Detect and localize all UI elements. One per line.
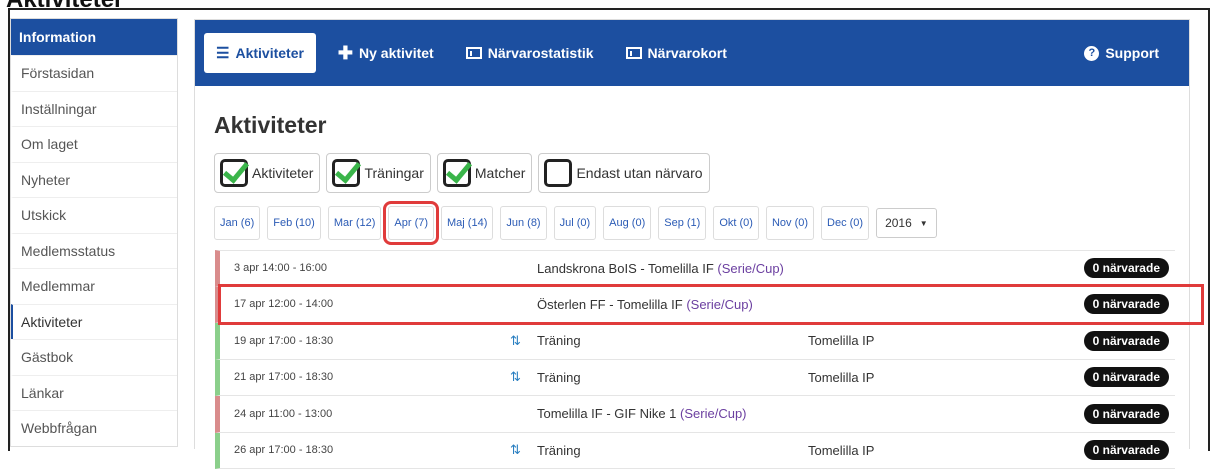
year-select[interactable]: 2016 ▼ [876, 208, 937, 238]
activity-time: 26 apr 17:00 - 18:30 [234, 444, 333, 456]
sidebar-item-om-laget[interactable]: Om laget [11, 126, 177, 162]
filter-matcher-label: Matcher [475, 165, 526, 181]
activity-tag[interactable]: (Serie/Cup) [686, 297, 752, 312]
activity-title-text: Tomelilla IF - GIF Nike 1 [537, 406, 676, 421]
tab-month-mar[interactable]: Mar (12) [328, 206, 382, 240]
activity-place: Tomelilla IP [808, 370, 874, 385]
training-icon: ⇅ [510, 333, 521, 349]
tab-month-maj[interactable]: Maj (14) [441, 206, 493, 240]
status-badge: 0 närvarade [1084, 367, 1169, 387]
sidebar-item-webbfragan[interactable]: Webbfrågan [11, 410, 177, 446]
checkbox-checked-icon [220, 159, 248, 187]
nav-aktiviteter-button[interactable]: ☰ Aktiviteter [204, 33, 316, 73]
activity-time: 3 apr 14:00 - 16:00 [234, 262, 327, 274]
activity-title[interactable]: Träning [537, 443, 581, 458]
activity-title-text: Österlen FF - Tomelilla IF [537, 297, 683, 312]
filter-aktiviteter-toggle[interactable]: Aktiviteter [214, 153, 320, 193]
activity-time: 17 apr 12:00 - 14:00 [234, 298, 333, 310]
tab-month-okt[interactable]: Okt (0) [713, 206, 759, 240]
status-badge: 0 närvarade [1084, 440, 1169, 460]
training-icon: ⇅ [510, 442, 521, 458]
training-icon: ⇅ [510, 369, 521, 385]
tab-month-feb[interactable]: Feb (10) [267, 206, 321, 240]
activity-time: 21 apr 17:00 - 18:30 [234, 371, 333, 383]
chevron-down-icon: ▼ [920, 219, 928, 228]
month-tabs: Jan (6) Feb (10) Mar (12) Apr (7) Maj (1… [214, 206, 937, 240]
activity-row[interactable]: 3 apr 14:00 - 16:00 Landskrona BoIS - To… [215, 250, 1175, 287]
filter-bar: Aktiviteter Träningar Matcher Endast uta… [214, 153, 710, 193]
nav-narvarostatistik-label: Närvarostatistik [488, 45, 594, 61]
activity-title-text: Landskrona BoIS - Tomelilla IF [537, 261, 714, 276]
sidebar-item-nyheter[interactable]: Nyheter [11, 162, 177, 198]
status-badge: 0 närvarade [1084, 331, 1169, 351]
tab-month-sep[interactable]: Sep (1) [658, 206, 706, 240]
support-label: Support [1105, 45, 1159, 61]
activity-tag[interactable]: (Serie/Cup) [680, 406, 746, 421]
nav-ny-aktivitet-button[interactable]: ✚ Ny aktivitet [328, 33, 444, 73]
activity-title[interactable]: Österlen FF - Tomelilla IF (Serie/Cup) [537, 297, 753, 312]
top-navbar: ☰ Aktiviteter ✚ Ny aktivitet Närvarostat… [195, 20, 1189, 86]
filter-traningar-label: Träningar [364, 165, 423, 181]
activity-title[interactable]: Träning [537, 333, 581, 348]
tab-month-apr[interactable]: Apr (7) [388, 206, 434, 240]
activity-place: Tomelilla IP [808, 333, 874, 348]
nav-aktiviteter-label: Aktiviteter [235, 45, 303, 61]
activity-row[interactable]: 24 apr 11:00 - 13:00 Tomelilla IF - GIF … [215, 396, 1175, 433]
tab-month-aug[interactable]: Aug (0) [603, 206, 651, 240]
sidebar-item-utskick[interactable]: Utskick [11, 197, 177, 233]
sidebar-header: Information [11, 19, 177, 55]
activity-title[interactable]: Tomelilla IF - GIF Nike 1 (Serie/Cup) [537, 406, 747, 421]
activity-title[interactable]: Träning [537, 370, 581, 385]
nav-narvarokort-label: Närvarokort [648, 45, 727, 61]
filter-utan-narvaro-toggle[interactable]: Endast utan närvaro [538, 153, 709, 193]
tab-month-nov[interactable]: Nov (0) [766, 206, 814, 240]
sidebar-item-installningar[interactable]: Inställningar [11, 91, 177, 127]
chart-icon [626, 47, 642, 59]
nav-narvarostatistik-button[interactable]: Närvarostatistik [456, 33, 604, 73]
tab-month-jul[interactable]: Jul (0) [554, 206, 597, 240]
page-title: Aktiviteter [214, 112, 326, 139]
filter-utan-narvaro-label: Endast utan närvaro [576, 165, 702, 181]
tab-month-jun[interactable]: Jun (8) [500, 206, 546, 240]
activity-row[interactable]: 19 apr 17:00 - 18:30 ⇅ Träning Tomelilla… [215, 323, 1175, 360]
activity-tag[interactable]: (Serie/Cup) [717, 261, 783, 276]
sidebar-item-forstasidan[interactable]: Förstasidan [11, 55, 177, 91]
plus-icon: ✚ [338, 44, 353, 62]
sidebar: Information Förstasidan Inställningar Om… [10, 18, 178, 447]
checkbox-checked-icon [332, 159, 360, 187]
activity-title[interactable]: Landskrona BoIS - Tomelilla IF (Serie/Cu… [537, 261, 784, 276]
sidebar-item-lankar[interactable]: Länkar [11, 375, 177, 411]
activity-time: 19 apr 17:00 - 18:30 [234, 335, 333, 347]
menu-icon: ☰ [216, 44, 229, 62]
support-button[interactable]: ? Support [1074, 33, 1169, 73]
nav-ny-aktivitet-label: Ny aktivitet [359, 45, 434, 61]
sidebar-item-medlemmar[interactable]: Medlemmar [11, 268, 177, 304]
status-badge: 0 närvarade [1084, 294, 1169, 314]
filter-aktiviteter-label: Aktiviteter [252, 165, 313, 181]
year-value: 2016 [885, 216, 912, 230]
filter-matcher-toggle[interactable]: Matcher [437, 153, 533, 193]
status-badge: 0 närvarade [1084, 404, 1169, 424]
filter-traningar-toggle[interactable]: Träningar [326, 153, 430, 193]
tab-month-dec[interactable]: Dec (0) [821, 206, 869, 240]
checkbox-checked-icon [443, 159, 471, 187]
help-icon: ? [1084, 46, 1099, 61]
chart-icon [466, 47, 482, 59]
activity-time: 24 apr 11:00 - 13:00 [234, 408, 332, 420]
sidebar-item-gastbok[interactable]: Gästbok [11, 339, 177, 375]
tab-month-jan[interactable]: Jan (6) [214, 206, 260, 240]
activity-place: Tomelilla IP [808, 443, 874, 458]
activity-list: 3 apr 14:00 - 16:00 Landskrona BoIS - To… [215, 250, 1175, 469]
checkbox-unchecked-icon [544, 159, 572, 187]
nav-narvarokort-button[interactable]: Närvarokort [616, 33, 737, 73]
sidebar-item-medlemsstatus[interactable]: Medlemsstatus [11, 233, 177, 269]
status-badge: 0 närvarade [1084, 258, 1169, 278]
activity-row[interactable]: 21 apr 17:00 - 18:30 ⇅ Träning Tomelilla… [215, 360, 1175, 397]
sidebar-item-aktiviteter[interactable]: Aktiviteter [11, 304, 177, 340]
activity-row[interactable]: 17 apr 12:00 - 14:00 Österlen FF - Tomel… [215, 287, 1175, 324]
